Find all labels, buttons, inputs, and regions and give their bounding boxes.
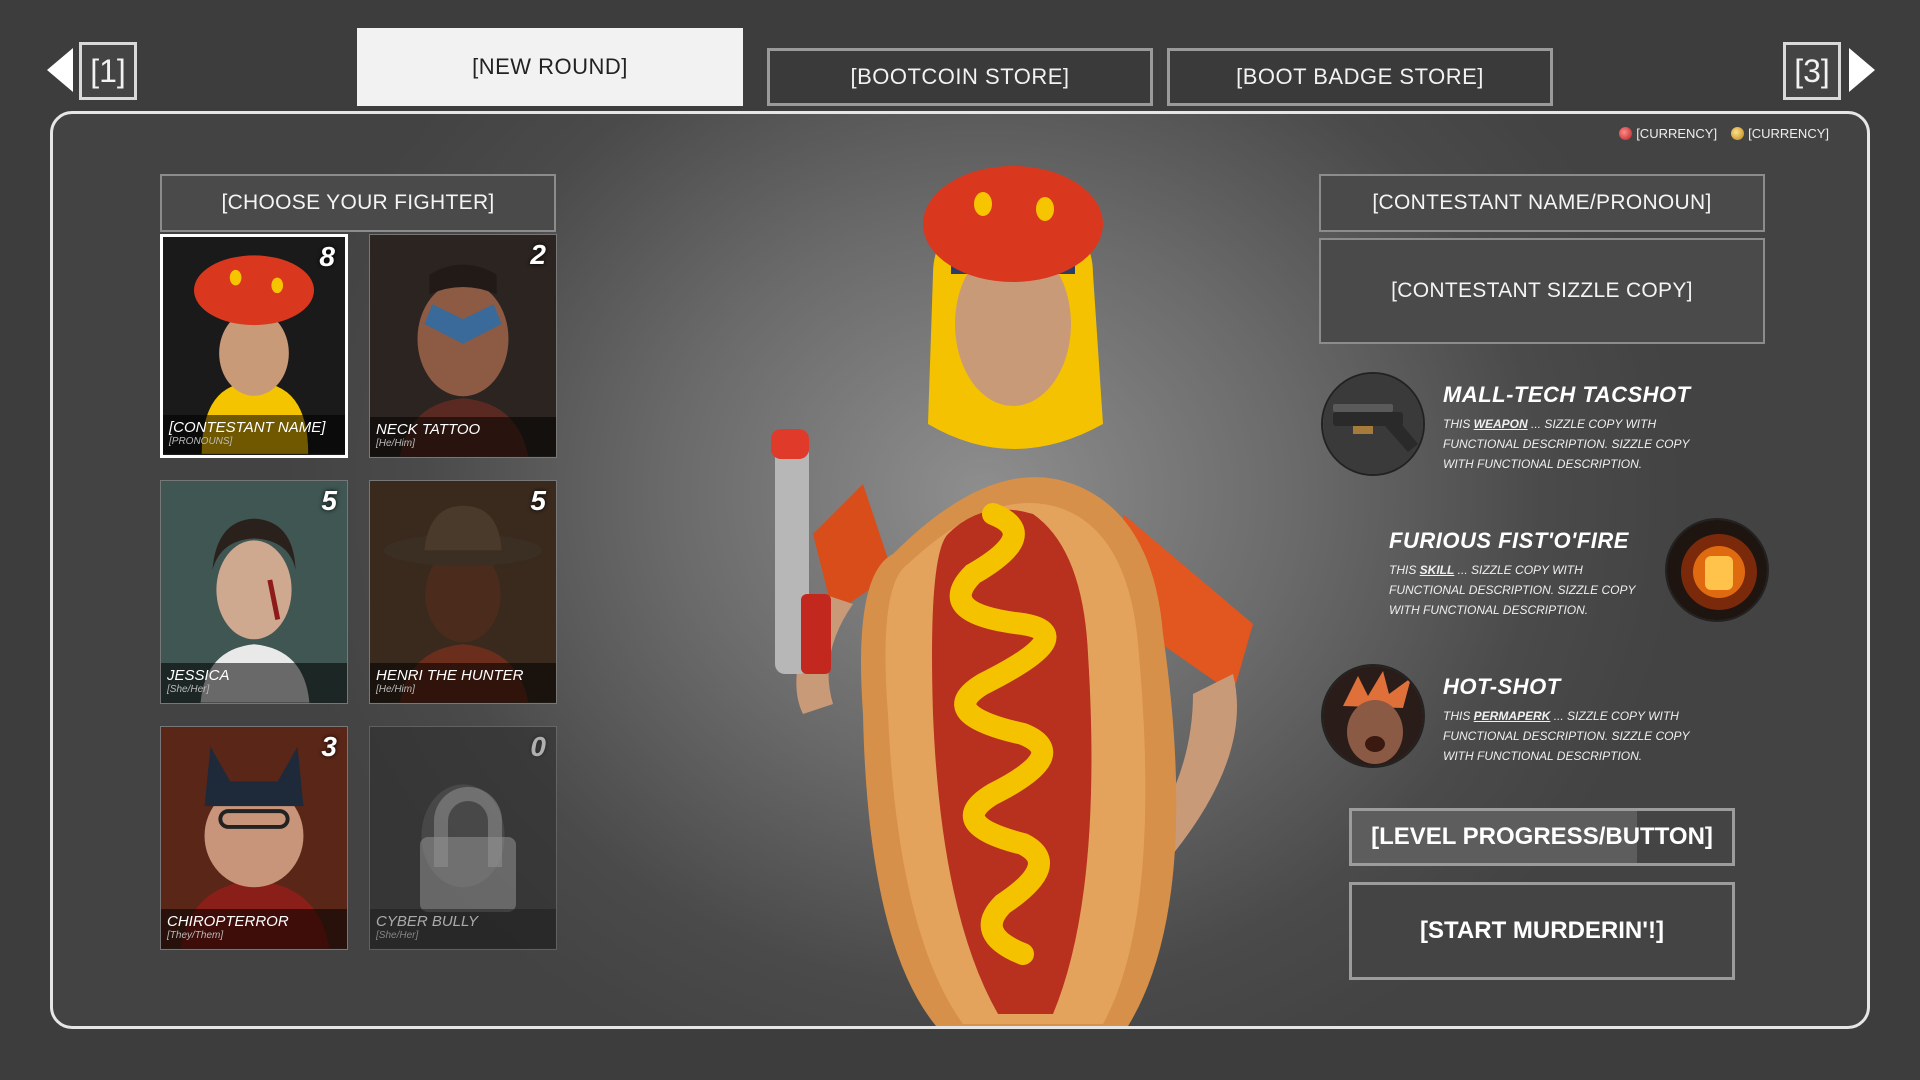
start-button[interactable]: [START MURDERIN'!]	[1349, 882, 1735, 980]
ability-title: MALL-TECH TACSHOT	[1443, 382, 1691, 407]
fighter-card-neck-tattoo[interactable]: 2 NECK TATTOO [He/Him]	[369, 234, 557, 458]
fighter-card-cyber-bully[interactable]: 0 CYBER BULLY [She/Her]	[369, 726, 557, 950]
ability-keyword: PERMAPERK	[1473, 709, 1551, 723]
prev-page-button[interactable]: [1]	[79, 42, 137, 100]
tab-new-round[interactable]: [NEW ROUND]	[357, 28, 743, 106]
fighter-caption: CYBER BULLY [She/Her]	[370, 909, 556, 949]
fighter-card-chiropterror[interactable]: 3 CHIROPTERROR [They/Them]	[160, 726, 348, 950]
red-coin-icon	[1619, 127, 1633, 140]
fighter-count: 2	[530, 239, 546, 270]
contestant-name-pronoun: [CONTESTANT NAME/PRONOUN]	[1319, 174, 1765, 232]
fighter-card-jessica[interactable]: 5 JESSICA [She/Her]	[160, 480, 348, 704]
flaming-fist-icon	[1665, 518, 1769, 622]
fighter-name: CHIROPTERROR	[167, 913, 289, 930]
ability-text: HOT-SHOT THIS PERMAPERK ... SIZZLE COPY …	[1443, 674, 1713, 766]
ability-title: FURIOUS FIST'O'FIRE	[1389, 528, 1629, 553]
fighter-pronouns: [He/Him]	[376, 684, 415, 695]
fighter-caption: NECK TATTOO [He/Him]	[370, 417, 556, 457]
fighter-name: NECK TATTOO	[376, 421, 481, 438]
fighter-caption: HENRI THE HUNTER [He/Him]	[370, 663, 556, 703]
currency-2: [CURRENCY]	[1731, 126, 1829, 141]
fighter-count: 5	[321, 485, 337, 516]
next-arrow-icon[interactable]	[1849, 48, 1875, 92]
currency-1-label: [CURRENCY]	[1636, 126, 1718, 141]
ability-text: MALL-TECH TACSHOT THIS WEAPON ... SIZZLE…	[1443, 382, 1713, 474]
fighter-caption: JESSICA [She/Her]	[161, 663, 347, 703]
ability-desc: THIS PERMAPERK ... SIZZLE COPY WITH FUNC…	[1443, 709, 1690, 763]
ability-text: FURIOUS FIST'O'FIRE THIS SKILL ... SIZZL…	[1389, 528, 1659, 620]
level-progress-label: [LEVEL PROGRESS/BUTTON]	[1371, 823, 1713, 850]
fighter-count: 3	[321, 731, 337, 762]
fighter-name: [CONTESTANT NAME]	[169, 419, 326, 436]
gold-coin-icon	[1731, 127, 1745, 140]
fighter-name: JESSICA	[167, 667, 230, 684]
next-page-button[interactable]: [3]	[1783, 42, 1841, 100]
fighter-card-contestant[interactable]: 8 [CONTESTANT NAME] [PRONOUNS]	[160, 234, 348, 458]
fighter-pronouns: [She/Her]	[376, 930, 419, 941]
currency-1: [CURRENCY]	[1619, 126, 1717, 141]
fighter-pronouns: [PRONOUNS]	[169, 436, 233, 447]
prev-arrow-icon[interactable]	[47, 48, 73, 92]
padlock-icon	[420, 787, 516, 912]
ability-keyword: WEAPON	[1473, 417, 1528, 431]
choose-fighter-label: [CHOOSE YOUR FIGHTER]	[160, 174, 556, 232]
fighter-count: 5	[530, 485, 546, 516]
fighter-pronouns: [They/Them]	[167, 930, 224, 941]
exploding-head-icon	[1321, 664, 1425, 768]
fighter-name: CYBER BULLY	[376, 913, 478, 930]
tab-bootcoin-store[interactable]: [BOOTCOIN STORE]	[767, 48, 1153, 106]
ability-desc: THIS SKILL ... SIZZLE COPY WITH FUNCTION…	[1389, 563, 1636, 617]
tab-boot-badge-store[interactable]: [BOOT BADGE STORE]	[1167, 48, 1553, 106]
contestant-sizzle-copy: [CONTESTANT SIZZLE COPY]	[1319, 238, 1765, 344]
hotdog-fighter-hero	[771, 166, 1253, 1026]
ability-title: HOT-SHOT	[1443, 674, 1561, 699]
main-panel: [CURRENCY] [CURRENCY] [CHOOSE YOUR FIGHT…	[50, 111, 1870, 1029]
currency-row: [CURRENCY] [CURRENCY]	[1619, 126, 1829, 141]
shotgun-icon	[1321, 372, 1425, 476]
ability-desc: THIS WEAPON ... SIZZLE COPY WITH FUNCTIO…	[1443, 417, 1690, 471]
fighter-caption: [CONTESTANT NAME] [PRONOUNS]	[163, 415, 345, 455]
fighter-card-henri[interactable]: 5 HENRI THE HUNTER [He/Him]	[369, 480, 557, 704]
ability-keyword: SKILL	[1419, 563, 1455, 577]
currency-2-label: [CURRENCY]	[1748, 126, 1829, 141]
fighter-name: HENRI THE HUNTER	[376, 667, 524, 684]
fighter-pronouns: [She/Her]	[167, 684, 210, 695]
level-progress-button[interactable]: [LEVEL PROGRESS/BUTTON]	[1349, 808, 1735, 866]
fighter-count: 8	[319, 241, 335, 272]
fighter-caption: CHIROPTERROR [They/Them]	[161, 909, 347, 949]
fighter-count: 0	[530, 731, 546, 762]
fighter-pronouns: [He/Him]	[376, 438, 415, 449]
